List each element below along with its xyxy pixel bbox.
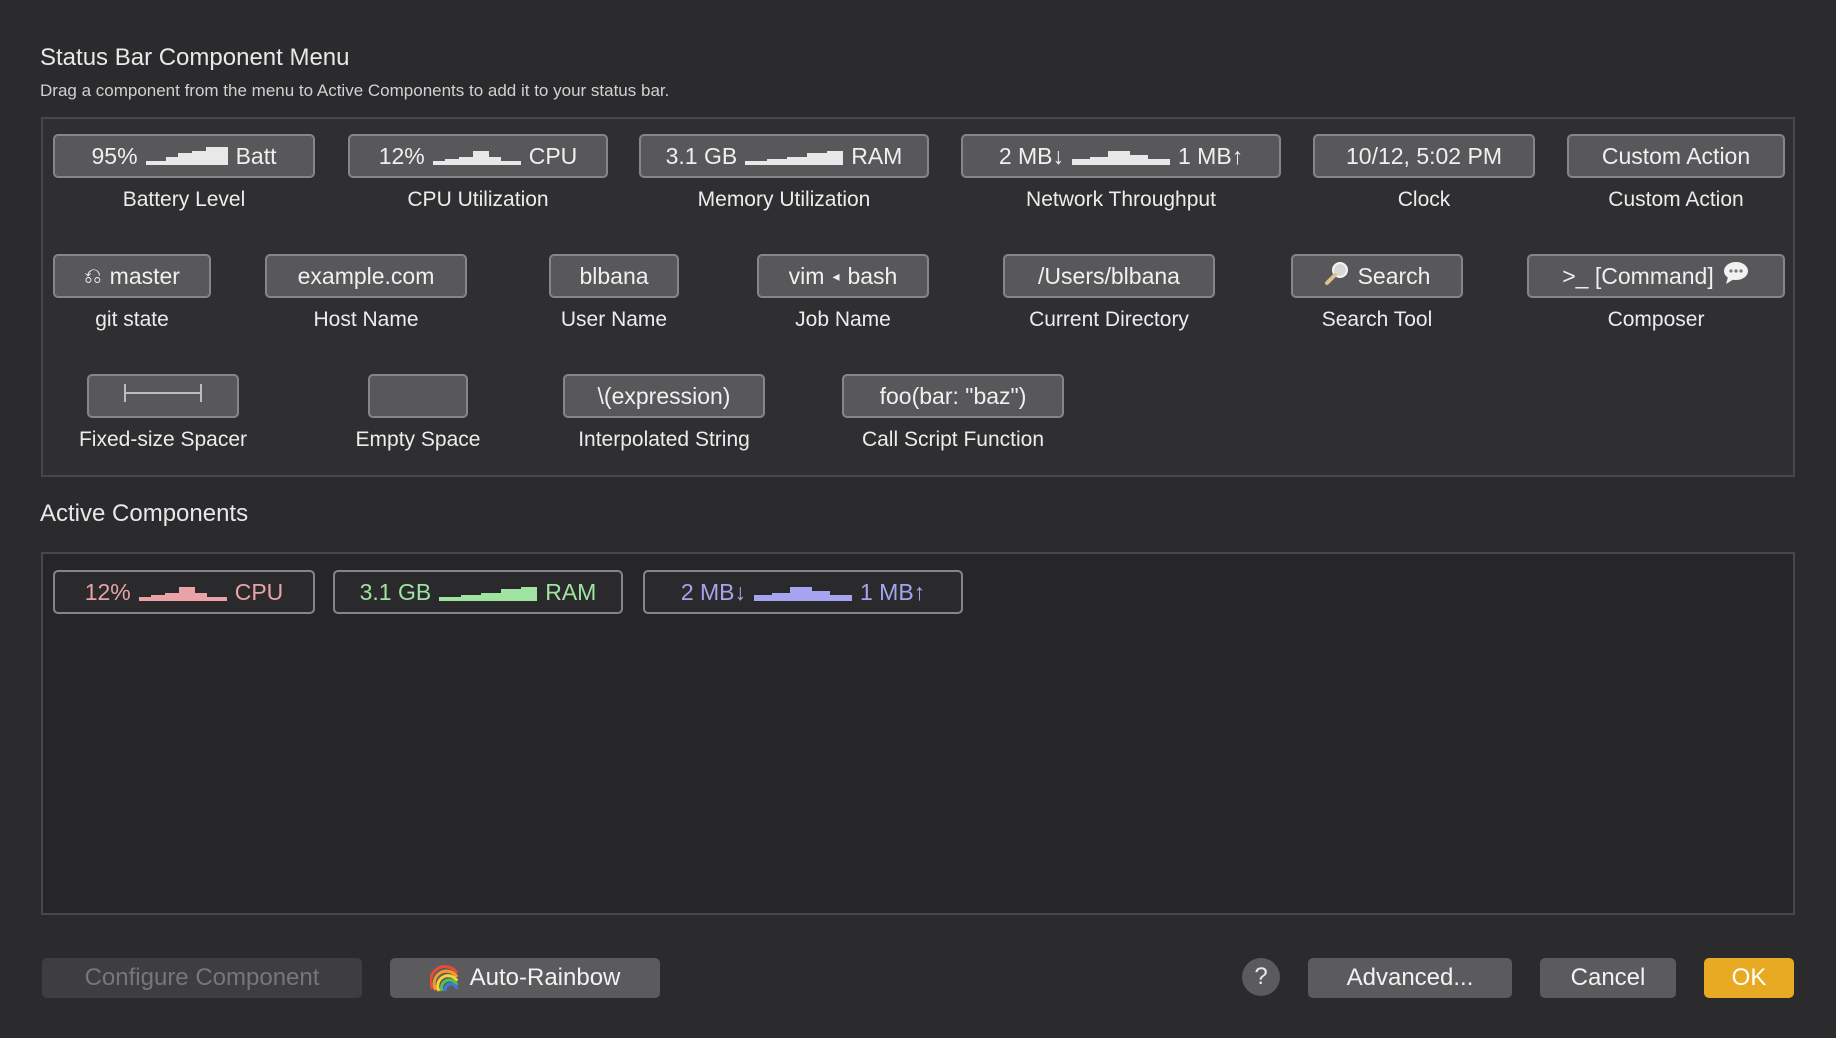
component-network-throughput[interactable]: 2 MB↓ 1 MB↑ Network Throughput	[961, 134, 1281, 212]
rainbow-icon	[428, 963, 460, 993]
battery-chip[interactable]: 95% Batt	[53, 134, 315, 178]
active-ram-chip[interactable]: 3.1 GB RAM	[333, 570, 623, 614]
component-label: Composer	[1607, 308, 1705, 331]
component-call-script-function[interactable]: foo(bar: "baz") Call Script Function	[842, 374, 1064, 452]
component-label: Fixed-size Spacer	[78, 428, 248, 451]
component-empty-space[interactable]: Empty Space	[343, 374, 493, 452]
component-battery-level[interactable]: 95% Batt Battery Level	[53, 134, 315, 212]
component-user-name[interactable]: blbana User Name	[549, 254, 679, 332]
component-cpu-utilization[interactable]: 12% CPU CPU Utilization	[348, 134, 608, 212]
status-bar-settings-dialog: Status Bar Component Menu Drag a compone…	[0, 0, 1836, 1038]
fixed-spacer-chip[interactable]	[87, 374, 239, 418]
component-interpolated-string[interactable]: \(expression) Interpolated String	[563, 374, 765, 452]
git-branch-icon: ⎌	[84, 263, 102, 288]
component-label: Host Name	[313, 308, 419, 331]
call-script-chip[interactable]: foo(bar: "baz")	[842, 374, 1064, 418]
search-chip[interactable]: Search	[1291, 254, 1463, 298]
component-label: Custom Action	[1608, 188, 1744, 211]
interpolated-string-chip[interactable]: \(expression)	[563, 374, 765, 418]
magnifier-icon	[1324, 260, 1350, 292]
configure-component-button[interactable]: Configure Component	[42, 958, 362, 998]
component-label: git state	[95, 308, 169, 331]
composer-chip[interactable]: >_ [Command]	[1527, 254, 1785, 298]
current-directory-chip[interactable]: /Users/blbana	[1003, 254, 1215, 298]
component-label: Job Name	[795, 308, 891, 331]
auto-rainbow-button[interactable]: Auto-Rainbow	[390, 958, 660, 998]
speech-bubble-icon	[1722, 260, 1750, 292]
git-chip[interactable]: ⎌ master	[53, 254, 211, 298]
component-fixed-size-spacer[interactable]: Fixed-size Spacer	[63, 374, 263, 452]
spacer-bracket-icon	[123, 380, 203, 412]
triangle-left-icon: ◂	[832, 267, 840, 284]
job-name-chip[interactable]: vim ◂ bash	[757, 254, 929, 298]
active-cpu-chip[interactable]: 12% CPU	[53, 570, 315, 614]
ok-button[interactable]: OK	[1704, 958, 1794, 998]
sparkline-icon	[138, 583, 227, 601]
network-chip[interactable]: 2 MB↓ 1 MB↑	[961, 134, 1281, 178]
component-custom-action[interactable]: Custom Action Custom Action	[1567, 134, 1785, 212]
active-components-title: Active Components	[40, 500, 249, 527]
component-label: Clock	[1397, 188, 1451, 211]
user-name-chip[interactable]: blbana	[549, 254, 679, 298]
host-name-chip[interactable]: example.com	[265, 254, 467, 298]
cancel-button[interactable]: Cancel	[1540, 958, 1676, 998]
sparkline-icon	[754, 583, 852, 601]
component-memory-utilization[interactable]: 3.1 GB RAM Memory Utilization	[639, 134, 929, 212]
menu-title: Status Bar Component Menu	[40, 44, 350, 71]
component-label: User Name	[560, 308, 668, 331]
sparkline-icon	[145, 147, 228, 165]
empty-space-chip[interactable]	[368, 374, 468, 418]
component-search-tool[interactable]: Search Search Tool	[1291, 254, 1463, 332]
sparkline-icon	[1072, 147, 1170, 165]
component-label: CPU Utilization	[407, 188, 549, 211]
component-label: Call Script Function	[861, 428, 1045, 451]
component-git-state[interactable]: ⎌ master git state	[53, 254, 211, 332]
advanced-button[interactable]: Advanced...	[1308, 958, 1512, 998]
sparkline-icon	[432, 147, 521, 165]
sparkline-icon	[745, 147, 844, 165]
component-label: Battery Level	[122, 188, 246, 211]
help-button[interactable]: ?	[1242, 958, 1280, 996]
component-label: Search Tool	[1321, 308, 1433, 331]
component-label: Empty Space	[355, 428, 481, 451]
component-composer[interactable]: >_ [Command] Composer	[1527, 254, 1785, 332]
component-label: Network Throughput	[1026, 188, 1216, 211]
custom-action-chip[interactable]: Custom Action	[1567, 134, 1785, 178]
component-menu: 95% Batt Battery Level 12% CPU CPU Utili…	[41, 117, 1795, 477]
active-components-area[interactable]: 12% CPU 3.1 GB RAM 2 MB↓ 1 MB↑	[41, 552, 1795, 915]
component-label: Current Directory	[1029, 308, 1189, 331]
component-host-name[interactable]: example.com Host Name	[265, 254, 467, 332]
component-current-directory[interactable]: /Users/blbana Current Directory	[1003, 254, 1215, 332]
component-job-name[interactable]: vim ◂ bash Job Name	[757, 254, 929, 332]
active-network-chip[interactable]: 2 MB↓ 1 MB↑	[643, 570, 963, 614]
clock-chip[interactable]: 10/12, 5:02 PM	[1313, 134, 1535, 178]
component-clock[interactable]: 10/12, 5:02 PM Clock	[1313, 134, 1535, 212]
component-label: Memory Utilization	[697, 188, 871, 211]
memory-chip[interactable]: 3.1 GB RAM	[639, 134, 929, 178]
component-label: Interpolated String	[578, 428, 750, 451]
cpu-chip[interactable]: 12% CPU	[348, 134, 608, 178]
menu-subtitle: Drag a component from the menu to Active…	[40, 81, 670, 100]
sparkline-icon	[439, 583, 538, 601]
